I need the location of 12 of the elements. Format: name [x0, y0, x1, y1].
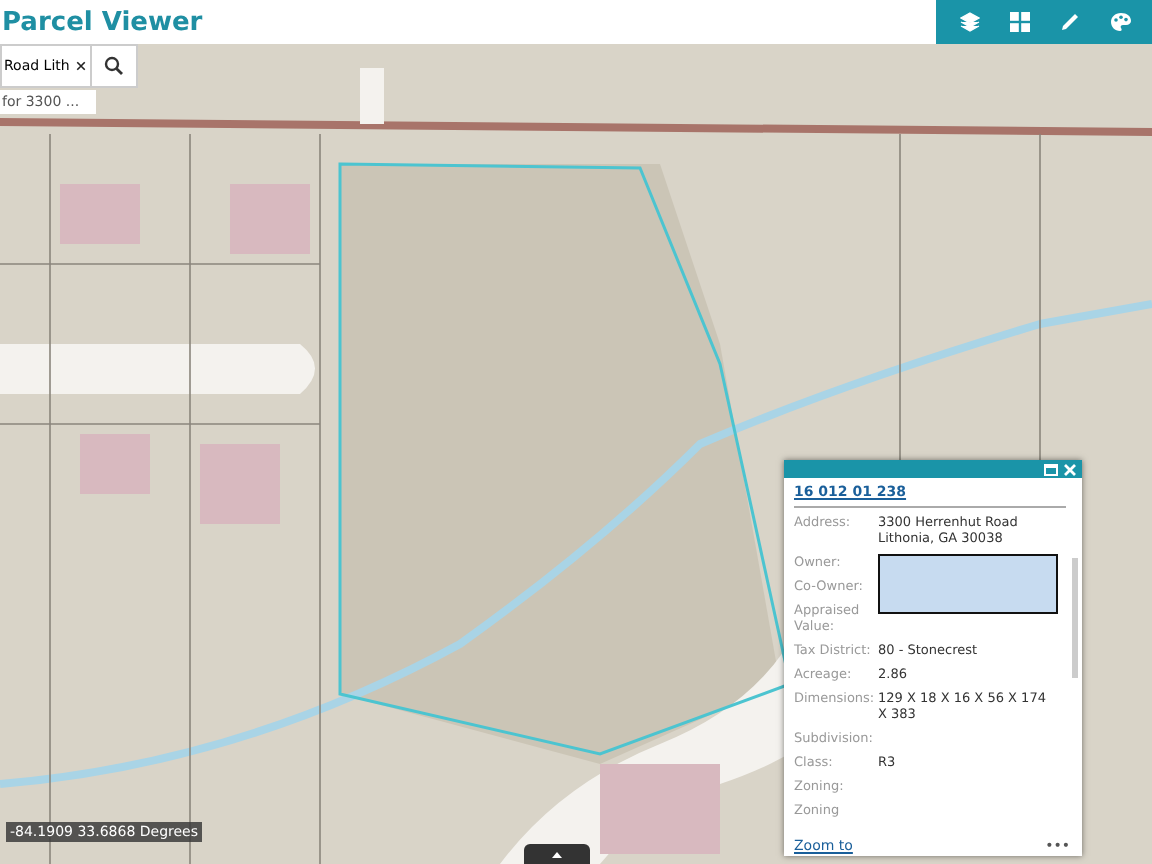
app-title: Parcel Viewer	[0, 7, 203, 37]
search-icon	[104, 56, 124, 76]
palette-icon[interactable]	[1110, 12, 1132, 32]
maximize-icon[interactable]	[1044, 463, 1058, 475]
panel-toggle-button[interactable]	[524, 844, 590, 864]
grid-icon[interactable]	[1010, 12, 1032, 32]
close-icon[interactable]	[74, 44, 90, 88]
pencil-icon[interactable]	[1060, 12, 1082, 32]
scrollbar[interactable]	[1072, 558, 1078, 678]
search-button[interactable]	[90, 44, 138, 88]
layers-icon[interactable]	[960, 12, 982, 32]
caret-icon	[552, 851, 562, 857]
